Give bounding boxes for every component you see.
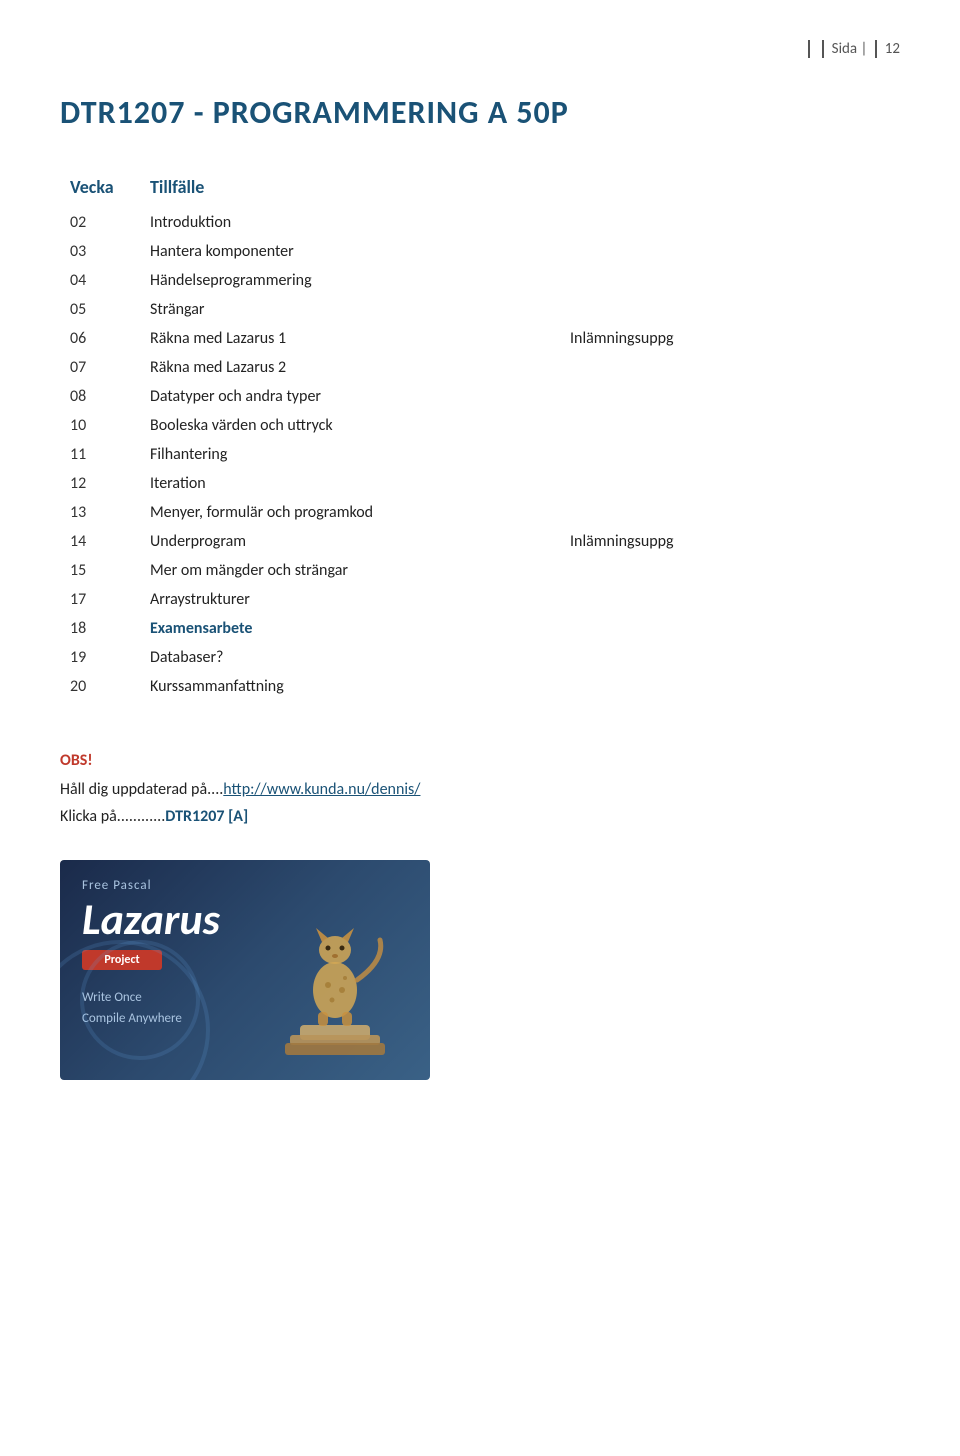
event-name: Datatyper och andra typer: [140, 382, 560, 411]
lazarus-image: Free Pascal Lazarus Project Write Once C…: [60, 860, 430, 1080]
event-name: Räkna med Lazarus 2: [140, 353, 560, 382]
obs-line2-bold: DTR1207 [A]: [165, 807, 248, 826]
week-number: 18: [60, 614, 140, 643]
event-note: Inlämningsuppg: [560, 324, 900, 353]
event-note: [560, 208, 900, 237]
event-note: [560, 440, 900, 469]
event-note: [560, 585, 900, 614]
event-name: Arraystrukturer: [140, 585, 560, 614]
event-name: Introduktion: [140, 208, 560, 237]
event-name: Händelseprogrammering: [140, 266, 560, 295]
event-name: Underprogram: [140, 527, 560, 556]
doc-title: DTR1207 - PROGRAMMERING A 50P: [60, 93, 900, 132]
event-note: [560, 469, 900, 498]
event-note: [560, 382, 900, 411]
event-note: [560, 614, 900, 643]
table-row: 19Databaser?: [60, 643, 900, 672]
event-note: [560, 498, 900, 527]
table-row: 05Strängar: [60, 295, 900, 324]
schedule-table: Vecka Tillfälle 02Introduktion03Hantera …: [60, 172, 900, 701]
week-number: 13: [60, 498, 140, 527]
week-number: 04: [60, 266, 140, 295]
week-number: 07: [60, 353, 140, 382]
table-row: 11Filhantering: [60, 440, 900, 469]
page-label: Sida | 12: [808, 40, 900, 58]
event-name: Räkna med Lazarus 1: [140, 324, 560, 353]
obs-title: OBS!: [60, 751, 900, 770]
col-header-week: Vecka: [60, 172, 140, 208]
table-row: 15Mer om mängder och strängar: [60, 556, 900, 585]
obs-line1-before: Håll dig uppdaterad på....: [60, 780, 223, 799]
obs-section: OBS! Håll dig uppdaterad på....http://ww…: [60, 751, 900, 830]
col-header-event: Tillfälle: [140, 172, 560, 208]
table-row: 03Hantera komponenter: [60, 237, 900, 266]
table-row: 10Booleska värden och uttryck: [60, 411, 900, 440]
event-name: Hantera komponenter: [140, 237, 560, 266]
event-note: [560, 266, 900, 295]
table-row: 06Räkna med Lazarus 1Inlämningsuppg: [60, 324, 900, 353]
event-note: [560, 672, 900, 701]
event-name: Booleska värden och uttryck: [140, 411, 560, 440]
event-name: Menyer, formulär och programkod: [140, 498, 560, 527]
table-row: 07Räkna med Lazarus 2: [60, 353, 900, 382]
event-note: Inlämningsuppg: [560, 527, 900, 556]
cheetah-image: [270, 870, 410, 1070]
event-name: Kurssammanfattning: [140, 672, 560, 701]
table-row: 04Händelseprogrammering: [60, 266, 900, 295]
event-name: Iteration: [140, 469, 560, 498]
obs-link[interactable]: http://www.kunda.nu/dennis/: [223, 780, 420, 799]
table-row: 14UnderprogramInlämningsuppg: [60, 527, 900, 556]
table-row: 08Datatyper och andra typer: [60, 382, 900, 411]
table-row: 13Menyer, formulär och programkod: [60, 498, 900, 527]
obs-text: Håll dig uppdaterad på....http://www.kun…: [60, 776, 900, 830]
week-number: 10: [60, 411, 140, 440]
event-name: Strängar: [140, 295, 560, 324]
table-row: 17Arraystrukturer: [60, 585, 900, 614]
week-number: 03: [60, 237, 140, 266]
week-number: 02: [60, 208, 140, 237]
week-number: 17: [60, 585, 140, 614]
week-number: 12: [60, 469, 140, 498]
week-number: 20: [60, 672, 140, 701]
week-number: 06: [60, 324, 140, 353]
event-name: Filhantering: [140, 440, 560, 469]
event-note: [560, 411, 900, 440]
event-note: [560, 353, 900, 382]
obs-line2-before: Klicka på............: [60, 807, 165, 826]
event-name: Databaser?: [140, 643, 560, 672]
table-row: 18Examensarbete: [60, 614, 900, 643]
event-name: Examensarbete: [140, 614, 560, 643]
gear-circle-2: [80, 940, 200, 1060]
week-number: 08: [60, 382, 140, 411]
event-name: Mer om mängder och strängar: [140, 556, 560, 585]
table-row: 20Kurssammanfattning: [60, 672, 900, 701]
week-number: 19: [60, 643, 140, 672]
week-number: 05: [60, 295, 140, 324]
table-row: 02Introduktion: [60, 208, 900, 237]
event-note: [560, 556, 900, 585]
table-row: 12Iteration: [60, 469, 900, 498]
week-number: 11: [60, 440, 140, 469]
week-number: 15: [60, 556, 140, 585]
week-number: 14: [60, 527, 140, 556]
col-header-note: [560, 172, 900, 208]
event-note: [560, 295, 900, 324]
event-note: [560, 237, 900, 266]
page-header: Sida | 12: [60, 40, 900, 63]
event-note: [560, 643, 900, 672]
